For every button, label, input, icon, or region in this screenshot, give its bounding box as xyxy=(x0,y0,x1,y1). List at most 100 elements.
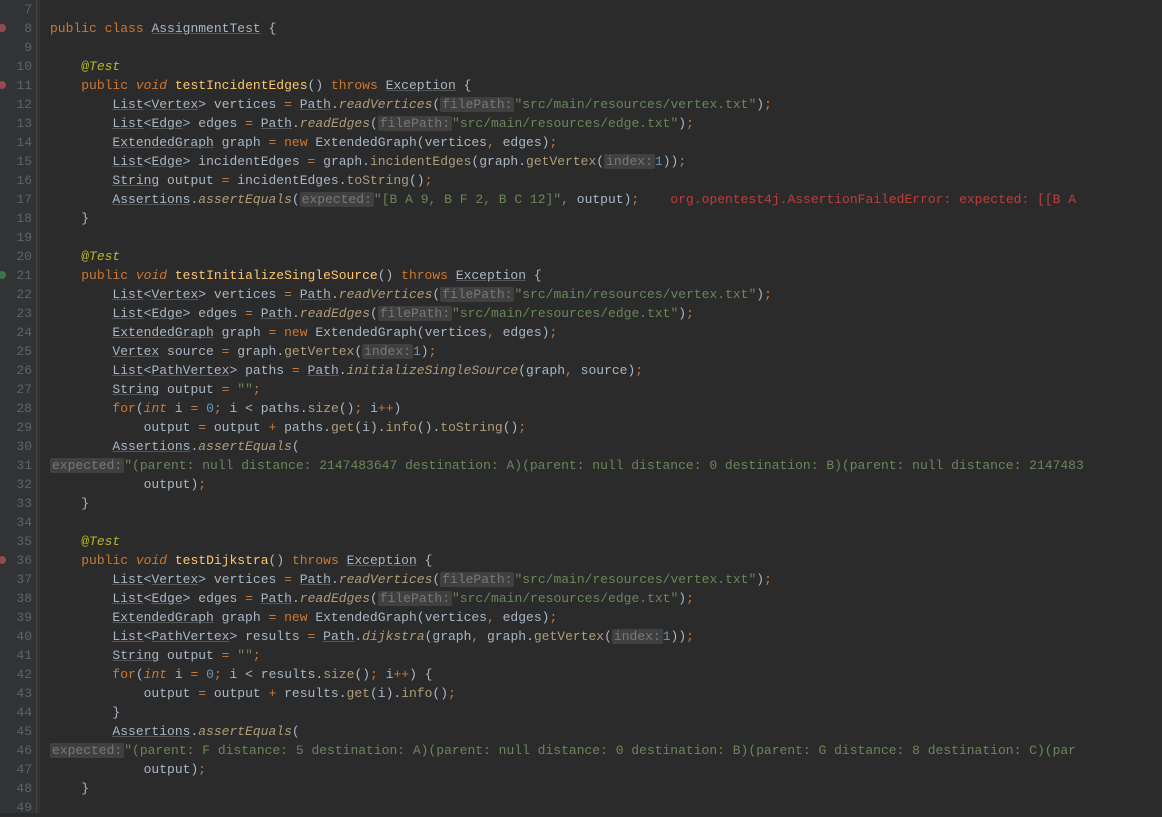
comma: , xyxy=(487,325,495,340)
annotation: @Test xyxy=(81,534,120,549)
method-call: readVertices xyxy=(339,287,433,302)
code-area[interactable]: public class AssignmentTest { @Test publ… xyxy=(40,0,1084,813)
constructor: ExtendedGraph xyxy=(315,325,416,340)
argument: edges xyxy=(503,135,542,150)
operator: = xyxy=(268,610,276,625)
dot: . xyxy=(339,363,347,378)
method-call: info xyxy=(386,420,417,435)
code-line: } xyxy=(50,779,1084,798)
class-ref: Vertex xyxy=(112,344,159,359)
line-number: 47 xyxy=(4,760,32,779)
constructor: ExtendedGraph xyxy=(315,610,416,625)
class-ref: String xyxy=(112,648,159,663)
brace: } xyxy=(112,705,120,720)
paren: ( xyxy=(292,439,300,454)
paren: ( xyxy=(354,420,362,435)
class-ref: String xyxy=(112,173,159,188)
method-call: readEdges xyxy=(300,306,370,321)
code-line xyxy=(50,228,1084,247)
code-line: String output = incidentEdges.toString()… xyxy=(50,171,1084,190)
method-call: get xyxy=(331,420,354,435)
line-number: 9 xyxy=(4,38,32,57)
method-call: readEdges xyxy=(300,591,370,606)
variable: edges xyxy=(198,306,237,321)
code-line: String output = ""; xyxy=(50,646,1084,665)
variable: results xyxy=(284,686,339,701)
code-line: ExtendedGraph graph = new ExtendedGraph(… xyxy=(50,133,1084,152)
variable: vertices xyxy=(214,572,276,587)
semicolon: ; xyxy=(448,686,456,701)
class-ref: Path xyxy=(300,97,331,112)
line-number: 28 xyxy=(4,399,32,418)
code-line: public void testIncidentEdges() throws E… xyxy=(50,76,1084,95)
line-number: 24 xyxy=(4,323,32,342)
variable: source xyxy=(167,344,214,359)
code-editor[interactable]: 7 8 9 10 11 12 13 14 15 16 17 18 19 20 2… xyxy=(0,0,1162,813)
argument: output xyxy=(577,192,624,207)
paren: ( xyxy=(292,192,300,207)
line-number: 30 xyxy=(4,437,32,456)
semicolon: ; xyxy=(686,306,694,321)
string-literal: "src/main/resources/vertex.txt" xyxy=(514,97,756,112)
string-literal: "(parent: null distance: 2147483647 dest… xyxy=(124,458,1084,473)
class-ref: PathVertex xyxy=(151,363,229,378)
number: 1 xyxy=(663,629,671,644)
dot: . xyxy=(339,686,347,701)
variable: output xyxy=(167,648,214,663)
semicolon: ; xyxy=(764,97,772,112)
class-ref: String xyxy=(112,382,159,397)
variable: i xyxy=(362,420,370,435)
semicolon: ; xyxy=(253,648,261,663)
keyword: new xyxy=(284,135,307,150)
dot: . xyxy=(331,572,339,587)
dot: . xyxy=(331,287,339,302)
semicolon: ; xyxy=(253,382,261,397)
semicolon: ; xyxy=(635,363,643,378)
generic-close: > xyxy=(198,287,206,302)
paren: ( xyxy=(417,420,425,435)
operator: = xyxy=(268,135,276,150)
line-number: 13 xyxy=(4,114,32,133)
class-ref: Vertex xyxy=(151,97,198,112)
parameter-hint: index: xyxy=(604,154,655,169)
code-line xyxy=(50,798,1084,817)
dot: . xyxy=(292,591,300,606)
line-number: 20 xyxy=(4,247,32,266)
variable: output xyxy=(214,420,261,435)
paren: ) xyxy=(315,78,323,93)
method-call: getVertex xyxy=(526,154,596,169)
annotation-name: Test xyxy=(89,59,120,74)
variable: graph xyxy=(222,135,261,150)
code-line: @Test xyxy=(50,532,1084,551)
method-call: toString xyxy=(347,173,409,188)
generic-close: > xyxy=(183,116,191,131)
paren: ) xyxy=(756,97,764,112)
brace: { xyxy=(425,553,433,568)
keyword: for xyxy=(112,401,135,416)
class-ref: Path xyxy=(308,363,339,378)
line-number: 29 xyxy=(4,418,32,437)
paren: ( xyxy=(370,116,378,131)
line-number: 14 xyxy=(4,133,32,152)
variable: output xyxy=(167,382,214,397)
comma: , xyxy=(487,135,495,150)
method-name: testIncidentEdges xyxy=(175,78,308,93)
keyword: public xyxy=(81,553,128,568)
indent-guide xyxy=(36,0,37,813)
code-line: @Test xyxy=(50,247,1084,266)
code-line: public void testDijkstra() throws Except… xyxy=(50,551,1084,570)
line-number: 39 xyxy=(4,608,32,627)
code-line: ExtendedGraph graph = new ExtendedGraph(… xyxy=(50,323,1084,342)
dot: . xyxy=(292,306,300,321)
line-number: 37 xyxy=(4,570,32,589)
line-number: 34 xyxy=(4,513,32,532)
dot: . xyxy=(300,401,308,416)
class-ref: PathVertex xyxy=(151,629,229,644)
method-call: assertEquals xyxy=(198,192,292,207)
method-call: assertEquals xyxy=(198,724,292,739)
code-line: expected:"(parent: F distance: 5 destina… xyxy=(50,741,1084,760)
inline-error: org.opentest4j.AssertionFailedError: exp… xyxy=(670,192,1076,207)
parameter-hint: filePath: xyxy=(440,97,514,112)
code-line: output); xyxy=(50,760,1084,779)
class-ref: Path xyxy=(261,116,292,131)
